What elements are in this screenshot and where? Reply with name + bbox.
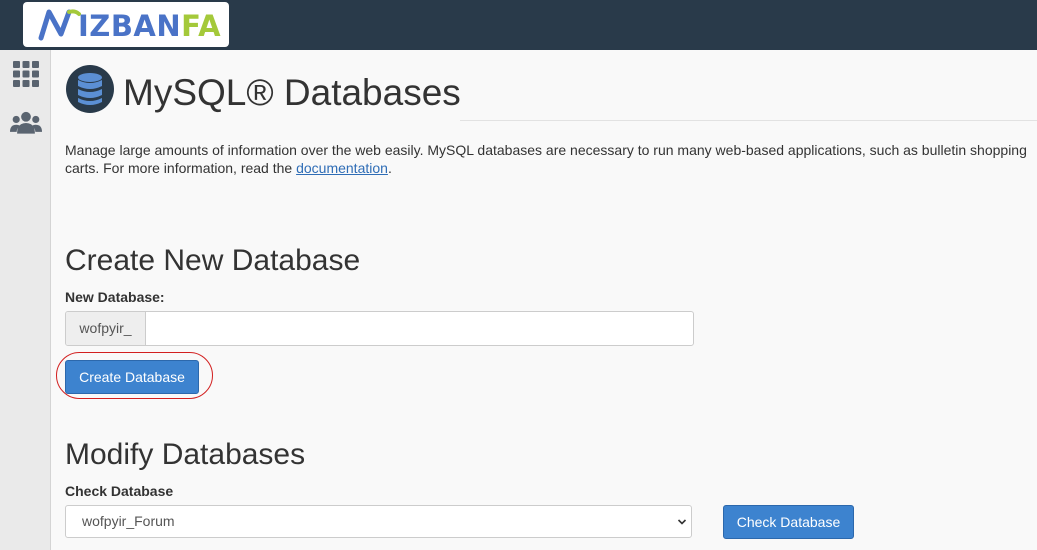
page-title: MySQL® Databases: [123, 72, 461, 113]
page-description: Manage large amounts of information over…: [65, 141, 1037, 177]
documentation-link[interactable]: documentation: [296, 160, 388, 176]
brand-logo[interactable]: IZBANFA: [23, 2, 229, 47]
check-database-label: Check Database: [65, 483, 174, 499]
logo-text-accent: FA: [181, 9, 222, 43]
logo-mark-icon: [38, 9, 81, 41]
create-database-heading: Create New Database: [65, 244, 361, 277]
database-select[interactable]: wofpyir_Forum: [65, 505, 692, 538]
grid-icon[interactable]: [10, 59, 42, 89]
description-text: Manage large amounts of information over…: [65, 142, 1027, 176]
users-icon[interactable]: [10, 108, 42, 138]
new-database-input[interactable]: [147, 312, 693, 345]
database-select-value: wofpyir_Forum: [82, 513, 175, 529]
top-bar: IZBANFA: [0, 0, 1037, 50]
logo-text-primary: IZBAN: [78, 9, 182, 43]
create-database-button[interactable]: Create Database: [65, 360, 199, 394]
check-database-button[interactable]: Check Database: [723, 505, 854, 539]
new-database-label: New Database:: [65, 289, 165, 305]
modify-databases-heading: Modify Databases: [65, 438, 306, 471]
database-icon: [66, 65, 114, 113]
logo-text: IZBANFA: [78, 11, 221, 41]
new-database-field: wofpyir_: [65, 311, 694, 346]
description-end: .: [387, 160, 392, 176]
sidebar: [0, 50, 51, 550]
title-divider: [460, 120, 1037, 121]
database-prefix: wofpyir_: [66, 312, 146, 345]
chevron-down-icon: [677, 519, 687, 525]
